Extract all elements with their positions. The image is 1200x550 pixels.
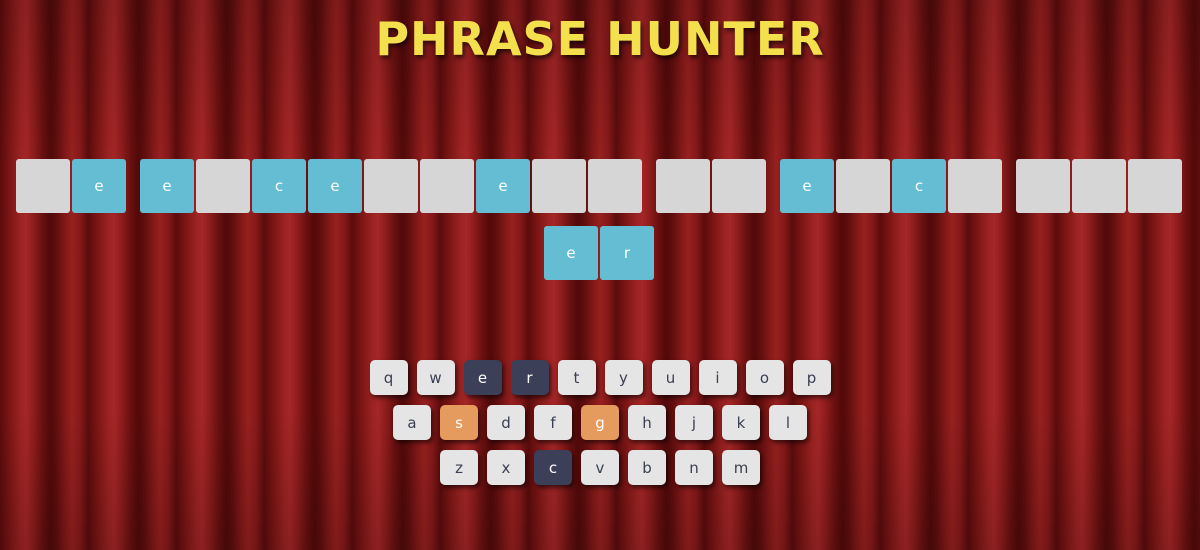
letter-tile-hidden <box>1016 159 1070 213</box>
key-m[interactable]: m <box>722 450 760 485</box>
key-v[interactable]: v <box>581 450 619 485</box>
letter-tile-hidden <box>532 159 586 213</box>
key-e[interactable]: e <box>463 360 502 395</box>
word-space <box>644 159 656 213</box>
letter-tile-hidden <box>948 159 1002 213</box>
key-i[interactable]: i <box>698 360 737 395</box>
key-u[interactable]: u <box>651 360 690 395</box>
keyboard-row: asdfghjkl <box>0 405 1200 440</box>
word-space <box>768 159 780 213</box>
letter-tile-revealed: e <box>72 159 126 213</box>
letter-tile-revealed: e <box>544 226 598 280</box>
word-space <box>1004 159 1016 213</box>
letter-tile-revealed: e <box>476 159 530 213</box>
key-p[interactable]: p <box>792 360 831 395</box>
key-x[interactable]: x <box>487 450 525 485</box>
key-b[interactable]: b <box>628 450 666 485</box>
key-k[interactable]: k <box>722 405 760 440</box>
phrase-board: eeceeecer <box>0 159 1200 293</box>
key-w[interactable]: w <box>416 360 455 395</box>
letter-tile-hidden <box>420 159 474 213</box>
letter-tile-revealed: e <box>780 159 834 213</box>
letter-tile-hidden <box>588 159 642 213</box>
keyboard-row: qwertyuiop <box>0 360 1200 395</box>
key-t[interactable]: t <box>557 360 596 395</box>
letter-tile-revealed: r <box>600 226 654 280</box>
letter-tile-hidden <box>16 159 70 213</box>
onscreen-keyboard: qwertyuiop asdfghjkl zxcvbnm <box>0 360 1200 495</box>
letter-tile-revealed: e <box>140 159 194 213</box>
letter-tile-revealed: e <box>308 159 362 213</box>
letter-tile-revealed: c <box>892 159 946 213</box>
key-n[interactable]: n <box>675 450 713 485</box>
key-h[interactable]: h <box>628 405 666 440</box>
key-o[interactable]: o <box>745 360 784 395</box>
key-f[interactable]: f <box>534 405 572 440</box>
game-title: PHRASE HUNTER <box>375 12 825 66</box>
key-g[interactable]: g <box>581 405 619 440</box>
word-space <box>128 159 140 213</box>
letter-tile-hidden <box>196 159 250 213</box>
key-j[interactable]: j <box>675 405 713 440</box>
key-s[interactable]: s <box>440 405 478 440</box>
key-z[interactable]: z <box>440 450 478 485</box>
keyboard-row: zxcvbnm <box>0 450 1200 485</box>
letter-tile-hidden <box>364 159 418 213</box>
letter-tile-hidden <box>836 159 890 213</box>
key-c[interactable]: c <box>534 450 572 485</box>
key-d[interactable]: d <box>487 405 525 440</box>
key-a[interactable]: a <box>393 405 431 440</box>
phrase-line: eeceeec <box>0 159 1200 214</box>
key-r[interactable]: r <box>510 360 549 395</box>
letter-tile-revealed: c <box>252 159 306 213</box>
key-y[interactable]: y <box>604 360 643 395</box>
letter-tile-hidden <box>1072 159 1126 213</box>
letter-tile-hidden <box>712 159 766 213</box>
key-l[interactable]: l <box>769 405 807 440</box>
letter-tile-hidden <box>656 159 710 213</box>
letter-tile-hidden <box>1128 159 1182 213</box>
game-stage: PHRASE HUNTER eeceeecer qwertyuiopasdfgh… <box>0 0 1200 550</box>
key-q[interactable]: q <box>369 360 408 395</box>
phrase-line: er <box>0 226 1200 281</box>
